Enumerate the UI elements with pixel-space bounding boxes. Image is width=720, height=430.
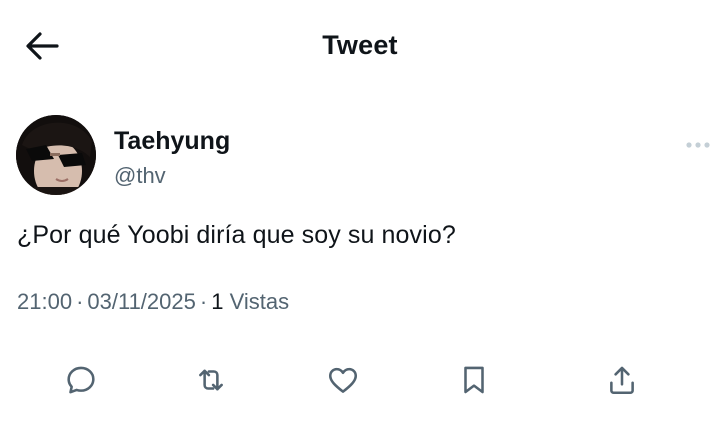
share-icon bbox=[610, 366, 634, 395]
more-horizontal-icon bbox=[686, 142, 710, 148]
top-bar: Tweet bbox=[0, 0, 720, 90]
tweet-metadata: 21:00 · 03/11/2025 · 1 Vistas bbox=[17, 289, 289, 315]
retweet-button[interactable] bbox=[189, 358, 233, 402]
user-handle[interactable]: @thv bbox=[114, 163, 166, 189]
share-button[interactable] bbox=[600, 358, 644, 402]
bookmark-button[interactable] bbox=[452, 358, 496, 402]
more-options-button[interactable] bbox=[682, 135, 714, 155]
separator: · bbox=[76, 289, 84, 314]
views-label[interactable]: Vistas bbox=[230, 289, 290, 314]
avatar-image bbox=[16, 115, 96, 195]
tweet-actions-bar bbox=[0, 358, 720, 402]
retweet-icon bbox=[199, 369, 223, 391]
bookmark-icon bbox=[464, 366, 484, 394]
display-name[interactable]: Taehyung bbox=[114, 127, 230, 156]
page-title: Tweet bbox=[322, 30, 398, 60]
avatar[interactable] bbox=[16, 115, 96, 195]
tweet-text: ¿Por qué Yoobi diría que soy su novio? bbox=[17, 221, 456, 249]
views-count[interactable]: 1 bbox=[211, 289, 223, 314]
reply-button[interactable] bbox=[59, 358, 103, 402]
tweet-author: Taehyung @thv bbox=[16, 115, 710, 197]
separator: · bbox=[199, 289, 208, 314]
tweet-date[interactable]: 03/11/2025 bbox=[87, 289, 195, 314]
heart-icon bbox=[328, 367, 358, 393]
like-button[interactable] bbox=[321, 358, 365, 402]
tweet-time[interactable]: 21:00 bbox=[17, 289, 72, 314]
reply-icon bbox=[67, 366, 95, 394]
tweet-detail-screen: Tweet Taehyung @thv ¿Por qué Yoobi diría… bbox=[0, 0, 720, 430]
